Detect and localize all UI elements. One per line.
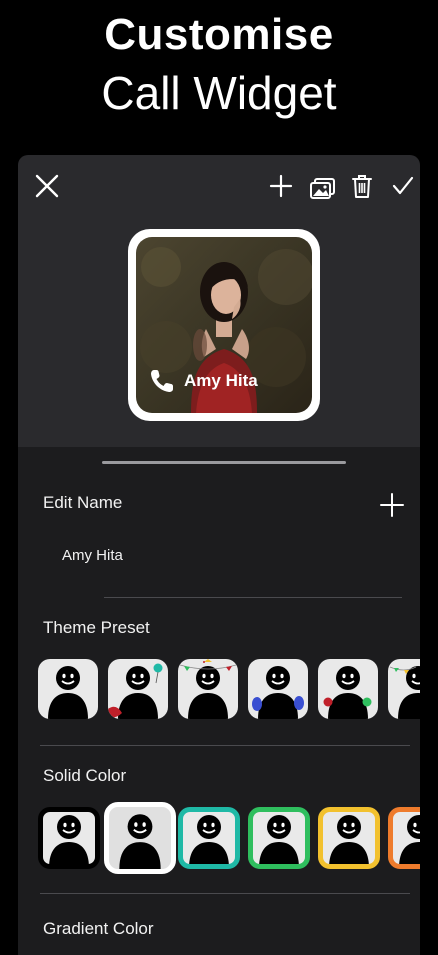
edit-name-label: Edit Name bbox=[43, 493, 123, 512]
add-icon[interactable] bbox=[266, 171, 296, 201]
gallery-icon[interactable] bbox=[308, 171, 338, 201]
call-widget-preview[interactable]: Amy Hita bbox=[128, 229, 320, 421]
solid-color-orange[interactable] bbox=[388, 807, 420, 869]
theme-preset-row bbox=[38, 659, 420, 723]
editor-toolbar bbox=[18, 155, 420, 217]
phone-icon bbox=[151, 370, 173, 392]
solid-color-label: Solid Color bbox=[43, 766, 127, 785]
theme-preset-red-green-balloons[interactable] bbox=[318, 659, 378, 719]
solid-color-black[interactable] bbox=[38, 807, 100, 869]
widget-caption: Amy Hita bbox=[148, 367, 258, 395]
theme-preset-blue-balloons[interactable] bbox=[248, 659, 308, 719]
widget-preview-area: Amy Hita bbox=[18, 217, 420, 457]
solid-color-teal[interactable] bbox=[178, 807, 240, 869]
solid-color-row bbox=[38, 802, 420, 874]
gradient-color-label: Gradient Color bbox=[43, 919, 154, 938]
trash-icon[interactable] bbox=[347, 171, 377, 201]
hero-subtitle: Call Widget bbox=[101, 67, 337, 119]
theme-preset-garland-party[interactable] bbox=[178, 659, 238, 719]
solid-color-green[interactable] bbox=[248, 807, 310, 869]
widget-editor-sheet: Amy Hita Edit Name Amy Hita Theme Preset bbox=[18, 155, 420, 955]
widget-contact-name: Amy Hita bbox=[184, 371, 258, 390]
hero-title: Customise bbox=[104, 10, 334, 59]
solid-color-yellow[interactable] bbox=[318, 807, 380, 869]
edit-panel: Edit Name Amy Hita Theme Preset Solid Co… bbox=[18, 447, 420, 955]
theme-preset-balloon[interactable] bbox=[108, 659, 168, 719]
sheet-drag-handle[interactable] bbox=[102, 461, 346, 464]
solid-color-white-selected[interactable] bbox=[104, 802, 176, 874]
divider bbox=[104, 597, 402, 598]
add-name-icon[interactable] bbox=[378, 491, 406, 519]
theme-preset-plain[interactable] bbox=[38, 659, 98, 719]
close-icon[interactable] bbox=[32, 171, 62, 201]
divider bbox=[40, 893, 410, 894]
divider bbox=[40, 745, 410, 746]
theme-preset-garland[interactable] bbox=[388, 659, 420, 719]
contact-name-field[interactable]: Amy Hita bbox=[62, 547, 123, 564]
theme-preset-label: Theme Preset bbox=[43, 618, 150, 637]
check-icon[interactable] bbox=[388, 171, 418, 201]
